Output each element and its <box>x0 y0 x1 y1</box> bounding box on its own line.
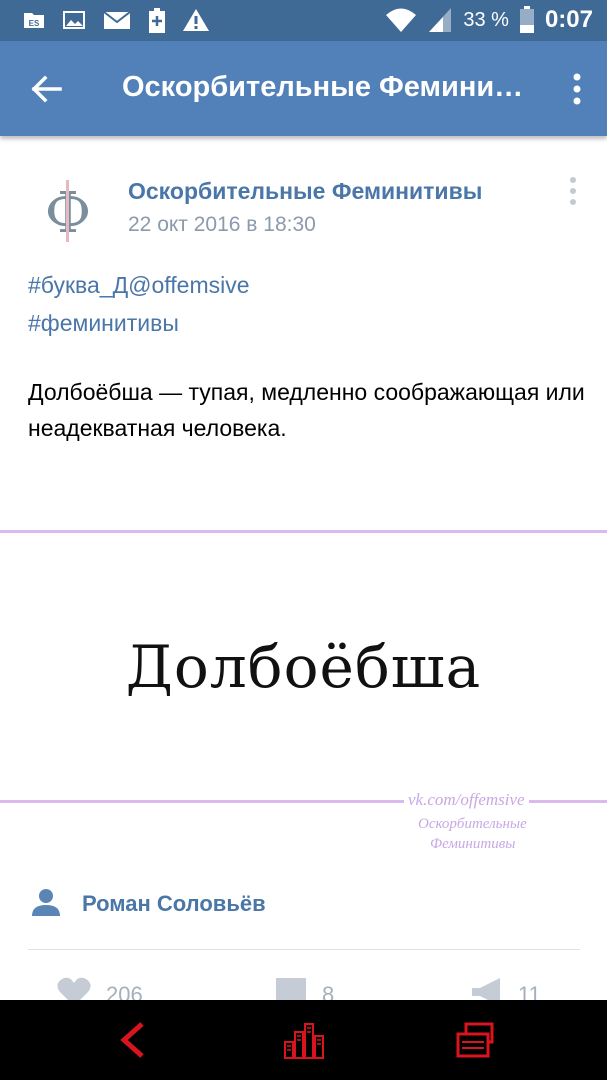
post-image[interactable]: Долбоёбша vk.com/offemsive Оскорбительны… <box>0 528 607 852</box>
watermark-line1: Оскорбительные <box>418 816 527 832</box>
comment-icon <box>274 976 308 1000</box>
divider <box>28 949 580 950</box>
status-bar: ES 33 % 0:07 <box>0 0 607 41</box>
comment-button[interactable]: 8 <box>274 976 334 1000</box>
avatar[interactable]: Ф <box>30 172 106 248</box>
post-signer[interactable]: Роман Соловьёв <box>30 884 266 924</box>
mail-icon <box>102 8 132 32</box>
likes-count: 206 <box>106 982 143 1000</box>
share-button[interactable]: 11 <box>470 976 541 1000</box>
app-bar: Оскорбительные Феминит… <box>0 41 607 136</box>
image-word: Долбоёбша <box>125 633 482 701</box>
comments-count: 8 <box>322 982 335 1000</box>
navigation-bar <box>0 1000 607 1080</box>
notification-icons: ES <box>22 8 210 33</box>
watermark-line2: Феминитивы <box>430 836 516 852</box>
post-text: Долбоёбша — тупая, медленно соображающая… <box>28 379 585 441</box>
signer-name: Роман Соловьёв <box>82 891 266 916</box>
hashtags: #буква_Д@offemsive #феминитивы <box>28 266 250 342</box>
image-icon <box>62 8 86 32</box>
nav-home-icon[interactable] <box>281 1020 329 1060</box>
megaphone-icon <box>470 976 504 1000</box>
post-more-icon[interactable] <box>567 174 579 208</box>
warning-icon <box>182 8 210 32</box>
post-author[interactable]: Оскорбительные Феминитивы <box>128 178 482 205</box>
user-icon <box>30 886 62 923</box>
page-title: Оскорбительные Феминит… <box>122 71 532 103</box>
signal-icon <box>427 6 453 34</box>
heart-icon <box>56 976 92 1000</box>
svg-text:ES: ES <box>29 19 40 28</box>
hashtag-link[interactable]: #буква_Д@offemsive <box>28 266 250 304</box>
battery-percent: 33 % <box>463 8 509 31</box>
image-divider-top <box>0 530 607 533</box>
arrow-left-icon[interactable] <box>26 69 66 109</box>
nav-recents-icon[interactable] <box>452 1020 500 1060</box>
more-vertical-icon[interactable] <box>569 71 585 107</box>
like-button[interactable]: 206 <box>56 976 143 1000</box>
post-actions: 206 8 11 <box>0 968 607 1000</box>
post-date: 22 окт 2016 в 18:30 <box>128 213 316 236</box>
reposts-count: 11 <box>518 982 541 1000</box>
post-header: Ф Оскорбительные Феминитивы 22 окт 2016 … <box>0 160 607 250</box>
battery-icon <box>519 6 535 34</box>
hashtag-link[interactable]: #феминитивы <box>28 304 250 342</box>
es-file-icon: ES <box>22 8 46 32</box>
nav-back-icon[interactable] <box>110 1020 158 1060</box>
watermark-url: vk.com/offemsive <box>404 790 529 810</box>
clock: 0:07 <box>544 6 593 33</box>
wifi-icon <box>385 6 417 34</box>
battery-plus-icon <box>148 8 166 33</box>
